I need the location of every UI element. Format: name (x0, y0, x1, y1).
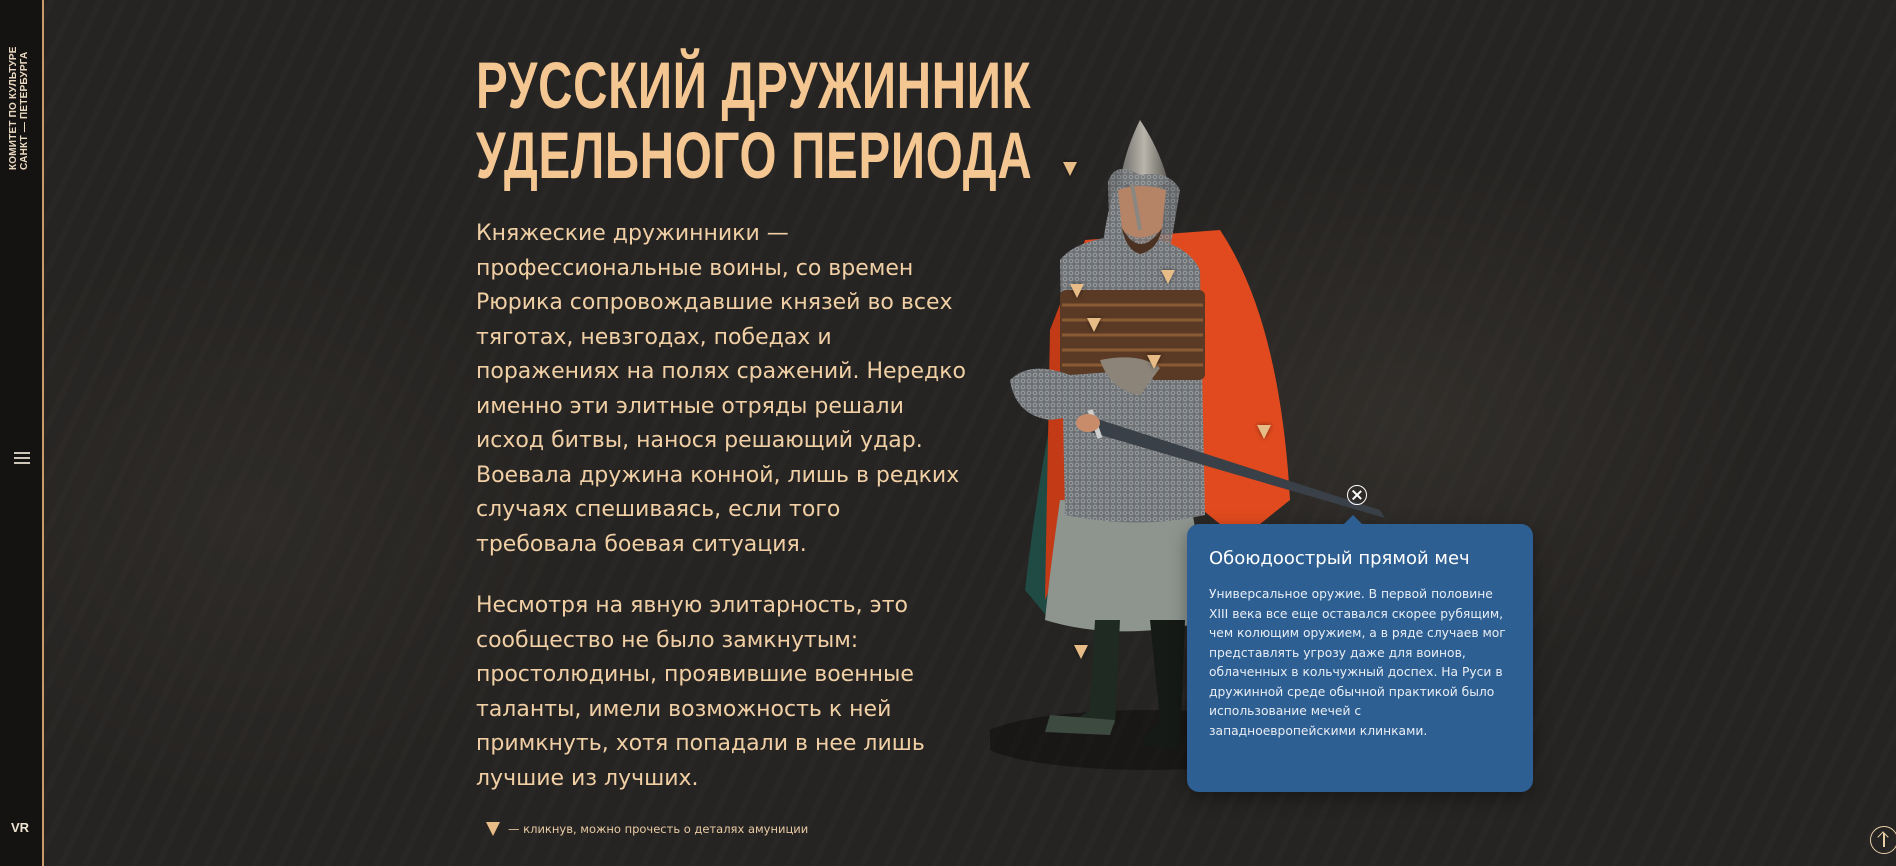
vr-button[interactable]: VR (11, 820, 29, 835)
marker-lamellar[interactable] (1087, 318, 1101, 332)
page-title: РУССКИЙ ДРУЖИННИК УДЕЛЬНОГО ПЕРИОДА (476, 48, 1033, 192)
second-paragraph: Несмотря на явную элитарность, это сообщ… (476, 593, 925, 791)
marker-chainmail-hood[interactable] (1161, 270, 1175, 284)
intro-paragraph: Княжеские дружинники — профессиональные … (476, 221, 966, 557)
culture-committee-logo[interactable]: КОМИТЕТ ПО КУЛЬТУРЕ САНКТ — ПЕТЕРБУРГА (8, 30, 36, 170)
sidebar: КОМИТЕТ ПО КУЛЬТУРЕ САНКТ — ПЕТЕРБУРГА V… (0, 0, 44, 866)
arrow-up-icon[interactable] (1870, 826, 1896, 854)
marker-helmet[interactable] (1063, 162, 1077, 176)
popup-body: Универсальное оружие. В первой половине … (1209, 587, 1506, 738)
close-icon[interactable] (1347, 485, 1367, 505)
marker-cloak[interactable] (1257, 425, 1271, 439)
popup-title: Обоюдоострый прямой меч (1209, 548, 1470, 569)
page-title-line2: УДЕЛЬНОГО ПЕРИОДА (476, 118, 1033, 192)
hamburger-menu-icon[interactable] (14, 452, 30, 464)
sword-info-popup: Обоюдоострый прямой меч Универсальное ор… (1187, 515, 1533, 792)
marker-boots[interactable] (1074, 645, 1088, 659)
triangle-marker-icon (486, 822, 500, 836)
marker-shoulder[interactable] (1070, 284, 1084, 298)
marker-bracer[interactable] (1147, 355, 1161, 369)
page-title-line1: РУССКИЙ ДРУЖИННИК (476, 48, 1032, 122)
marker-hint: — кликнув, можно прочесть о деталях амун… (486, 822, 808, 836)
marker-hint-text: — кликнув, можно прочесть о деталях амун… (508, 822, 809, 836)
